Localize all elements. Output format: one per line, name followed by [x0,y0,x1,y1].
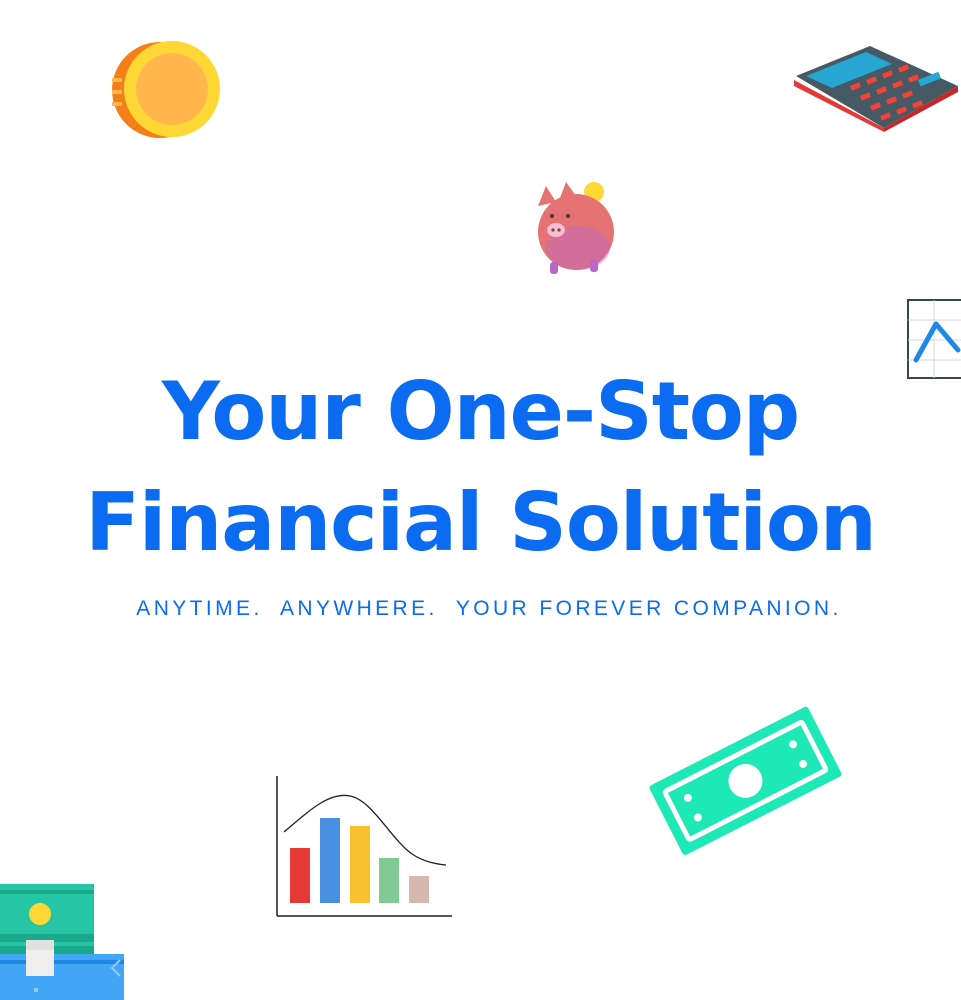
money-stack-icon [0,884,124,1000]
headline-line-1: Your One-Stop [161,365,800,458]
line-chart-icon [907,299,961,379]
coin-icon [112,41,220,138]
dollar-bill-icon [649,706,842,856]
tagline: ANYTIME. ANYWHERE. YOUR FOREVER COMPANIO… [136,597,842,620]
headline-line-2: Financial Solution [85,476,877,569]
calculator-icon [794,46,958,132]
bar-chart-icon [276,776,452,917]
piggy-bank-icon [538,182,614,274]
